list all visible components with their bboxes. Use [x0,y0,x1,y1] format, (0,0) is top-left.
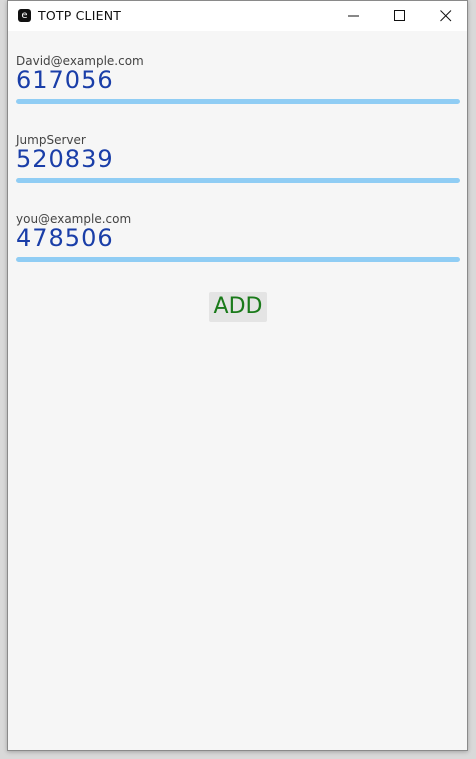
maximize-icon [394,10,405,21]
minimize-icon [348,15,359,17]
totp-code: 478506 [16,224,114,252]
time-progress-fill [16,99,460,104]
account-item[interactable]: JumpServer 520839 [16,133,461,195]
close-icon [440,10,452,22]
minimize-button[interactable] [331,1,377,31]
close-button[interactable] [423,1,467,31]
maximize-button[interactable] [377,1,423,31]
add-account-button[interactable]: ADD [209,292,267,322]
app-window: e TOTP CLIENT David@example.com 617056 J… [7,0,468,751]
time-progress-bar [16,257,460,262]
time-progress-bar [16,99,460,104]
title-bar[interactable]: e TOTP CLIENT [8,1,467,31]
account-item[interactable]: David@example.com 617056 [16,54,461,116]
totp-code: 520839 [16,145,114,173]
time-progress-fill [16,257,460,262]
time-progress-fill [16,178,460,183]
account-item[interactable]: you@example.com 478506 [16,212,461,274]
time-progress-bar [16,178,460,183]
window-title: TOTP CLIENT [38,8,122,23]
totp-code: 617056 [16,66,114,94]
app-icon: e [18,9,31,22]
